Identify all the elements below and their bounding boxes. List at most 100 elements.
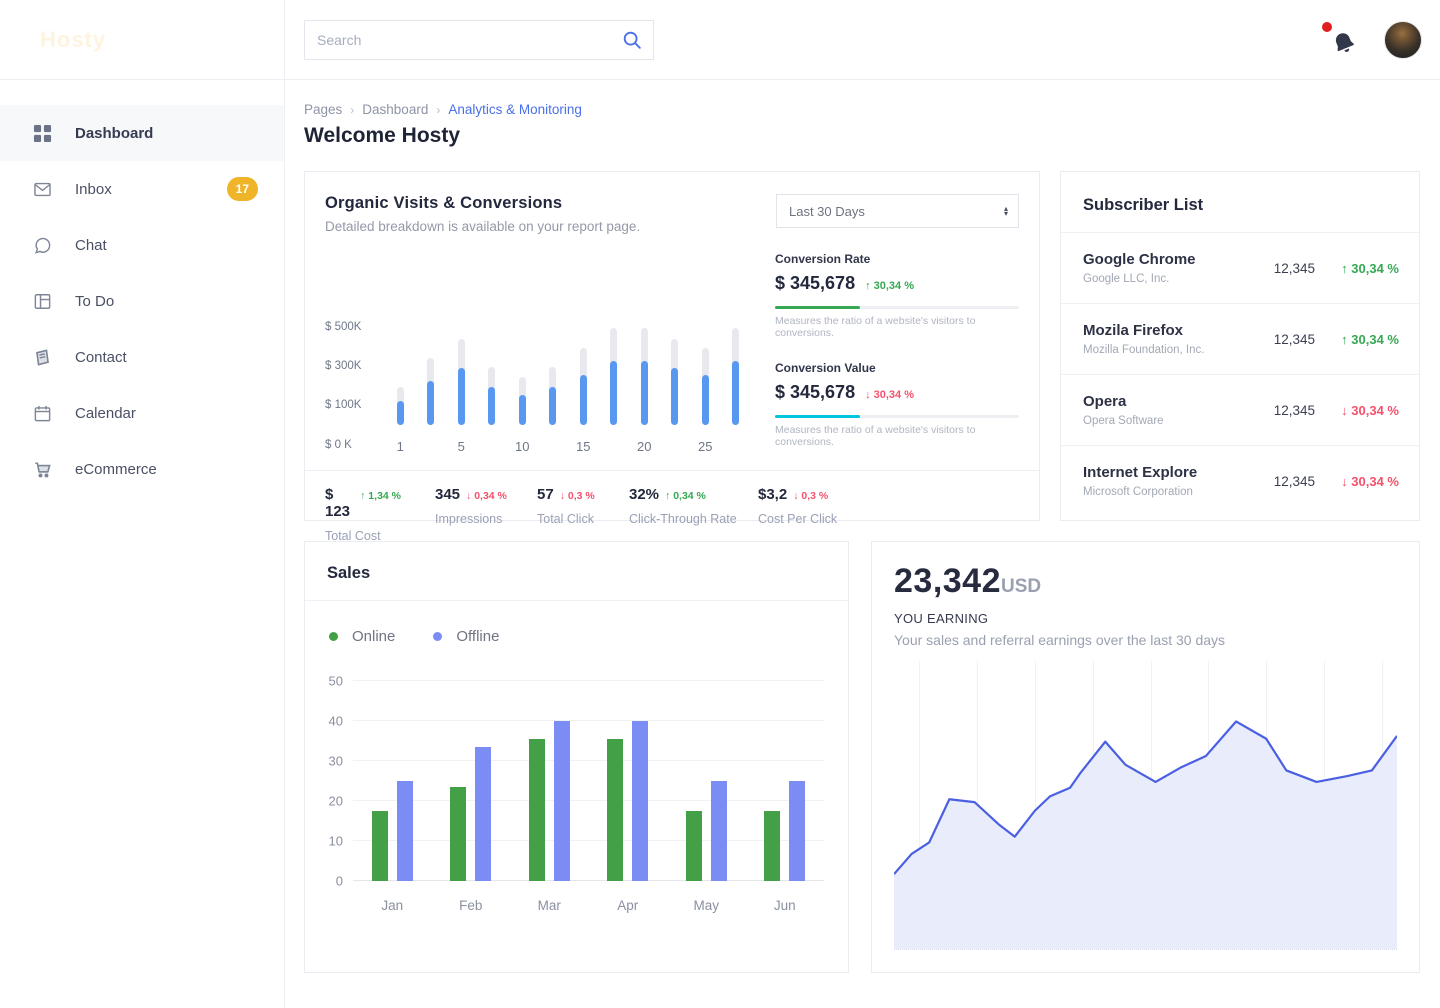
- sales-bar-offline: [475, 747, 491, 881]
- conversion-bar: [580, 375, 587, 425]
- bar-slot: [507, 377, 538, 425]
- sidebar-item-label: Contact: [75, 349, 127, 366]
- y-tick-label: 50: [329, 674, 343, 689]
- conversion-bar: [702, 375, 709, 425]
- organic-card-subtitle: Detailed breakdown is available on your …: [325, 219, 640, 234]
- subscriber-name: Internet Explore: [1083, 464, 1197, 481]
- conversion-metrics: Conversion Rate$ 345,678↑ 30,34 %Measure…: [775, 248, 1019, 470]
- x-tick-label: [599, 439, 630, 454]
- subscriber-name: Mozila Firefox: [1083, 322, 1204, 339]
- sidebar-item-inbox[interactable]: Inbox17: [0, 161, 284, 217]
- subscriber-list-card: Subscriber List Google ChromeGoogle LLC,…: [1060, 171, 1420, 521]
- period-select[interactable]: Last 30 Days ▴▾: [776, 194, 1019, 228]
- contact-icon: [33, 348, 52, 367]
- topbar-actions: [1326, 21, 1422, 59]
- subscriber-rows: Google ChromeGoogle LLC, Inc.12,345↑ 30,…: [1061, 232, 1419, 516]
- legend-offline[interactable]: Offline: [433, 628, 499, 645]
- sales-bar-online: [764, 811, 780, 881]
- sales-card: Sales OnlineOffline 01020304050 JanFebMa…: [304, 541, 849, 973]
- organic-y-zero-label: $ 0 K: [325, 439, 377, 454]
- stat-value: $ 123: [325, 486, 354, 520]
- sales-group-jan: [353, 681, 432, 881]
- sidebar-item-chat[interactable]: Chat: [0, 217, 284, 273]
- stat-change: ↑ 1,34 %: [360, 490, 401, 502]
- logo-area: Hosty: [0, 0, 284, 80]
- breadcrumb-pages[interactable]: Pages: [304, 102, 342, 117]
- chat-icon: [33, 236, 52, 255]
- sidebar-item-to-do[interactable]: To Do: [0, 273, 284, 329]
- avatar[interactable]: [1384, 21, 1422, 59]
- sales-bar-offline: [711, 781, 727, 881]
- y-tick-label: 10: [329, 834, 343, 849]
- search-input[interactable]: [317, 32, 621, 48]
- conversion-bar: [397, 401, 404, 425]
- sidebar-item-label: Dashboard: [75, 125, 153, 142]
- search-icon[interactable]: [621, 29, 643, 51]
- total-bar: [427, 358, 434, 425]
- metric-change: ↑ 30,34 %: [865, 280, 914, 292]
- x-tick-label: 5: [446, 439, 477, 454]
- subscriber-list-title: Subscriber List: [1061, 172, 1419, 232]
- legend-dot-icon: [433, 632, 442, 641]
- subscriber-count: 12,345: [1274, 332, 1315, 347]
- bar-slot: [568, 348, 599, 425]
- sales-legend: Online Offline: [305, 601, 848, 645]
- subscriber-row[interactable]: Mozila Firefox Mozilla Foundation, Inc. 12…: [1061, 303, 1419, 374]
- sidebar-item-contact[interactable]: Contact: [0, 329, 284, 385]
- subscriber-row[interactable]: Internet ExploreMicrosoft Corporation12,…: [1061, 445, 1419, 516]
- sidebar-item-dashboard[interactable]: Dashboard: [0, 105, 284, 161]
- sales-x-axis: JanFebMarAprMayJun: [353, 898, 824, 913]
- breadcrumb: Pages › Dashboard › Analytics & Monitori…: [304, 102, 1420, 117]
- select-arrows-icon: ▴▾: [1004, 206, 1008, 216]
- stat-value-row: 345↓ 0,34 %: [435, 486, 503, 503]
- y-tick-label: 40: [329, 714, 343, 729]
- legend-dot-icon: [329, 632, 338, 641]
- progress-fill: [775, 415, 860, 418]
- sidebar-item-label: Chat: [75, 237, 107, 254]
- breadcrumb-current[interactable]: Analytics & Monitoring: [448, 102, 582, 117]
- bar-slot: [446, 339, 477, 425]
- topbar: [285, 0, 1440, 80]
- bar-slot: [477, 367, 508, 425]
- bell-icon: [1328, 27, 1359, 58]
- metric-label: Conversion Value: [775, 361, 1019, 375]
- subscriber-change: ↓ 30,34 %: [1315, 474, 1399, 489]
- cart-icon: [33, 460, 52, 479]
- legend-online[interactable]: Online: [329, 628, 395, 645]
- subscriber-row[interactable]: OperaOpera Software12,345↓ 30,34 %: [1061, 374, 1419, 445]
- progress-track: [775, 415, 1019, 418]
- notifications-button[interactable]: [1326, 24, 1356, 56]
- x-tick-label: Jun: [746, 898, 825, 913]
- bar-slot: [629, 328, 660, 425]
- conversion-bar: [519, 395, 526, 425]
- x-tick-label: 1: [385, 439, 416, 454]
- conversion-bar: [671, 368, 678, 425]
- stat-value: 57: [537, 486, 554, 503]
- sidebar-item-ecommerce[interactable]: eCommerce: [0, 441, 284, 497]
- stat-value-row: 32%↑ 0,34 %: [629, 486, 724, 503]
- subscriber-count: 12,345: [1274, 403, 1315, 418]
- x-tick-label: Mar: [510, 898, 589, 913]
- stat-value: 32%: [629, 486, 659, 503]
- x-tick-label: Feb: [432, 898, 511, 913]
- app-logo: Hosty: [40, 27, 106, 53]
- conversion-bar: [549, 387, 556, 425]
- organic-x-axis: 1510152025: [377, 439, 757, 454]
- sidebar-item-calendar[interactable]: Calendar: [0, 385, 284, 441]
- inbox-badge: 17: [227, 177, 258, 201]
- organic-bar-chart: $ 500K$ 300K$ 100K $ 0 K 1510152025: [325, 248, 757, 470]
- metric-description: Measures the ratio of a website's visito…: [775, 315, 1019, 339]
- metric-conversion-rate: Conversion Rate$ 345,678↑ 30,34 %Measure…: [775, 252, 1019, 339]
- stat-change: ↓ 0,3 %: [793, 490, 828, 502]
- subscriber-company: Mozilla Foundation, Inc.: [1083, 344, 1204, 356]
- breadcrumb-dashboard[interactable]: Dashboard: [362, 102, 428, 117]
- total-bar: [610, 328, 617, 425]
- stat-value-row: 57↓ 0,3 %: [537, 486, 595, 503]
- subscriber-row[interactable]: Google ChromeGoogle LLC, Inc.12,345↑ 30,…: [1061, 232, 1419, 303]
- conversion-bar: [458, 368, 465, 425]
- x-tick-label: [416, 439, 447, 454]
- metric-value: $ 345,678: [775, 382, 855, 403]
- sales-group-mar: [510, 681, 589, 881]
- sales-bar-online: [607, 739, 623, 881]
- y-tick-label: $ 300K: [325, 360, 361, 372]
